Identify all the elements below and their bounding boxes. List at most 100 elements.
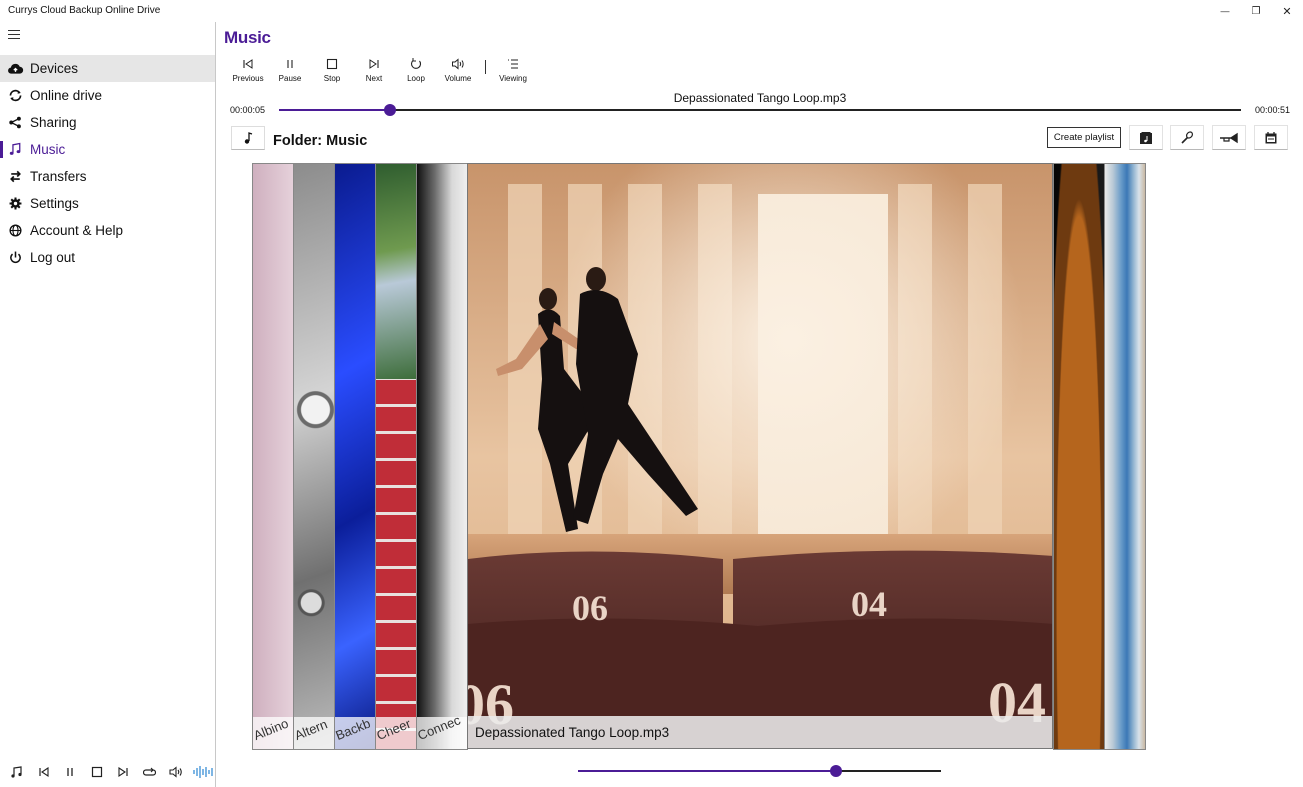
close-window-button[interactable]: ✕	[1272, 2, 1302, 20]
cover-art-tango: 06 04 06 04	[468, 164, 1052, 748]
mini-music-list-button[interactable]	[4, 763, 31, 781]
cover-item-violin[interactable]	[1053, 163, 1105, 750]
stop-icon	[326, 58, 338, 70]
player-toolbar: Previous Pause Stop Next Loop Volume Vie…	[227, 56, 534, 86]
volume-slider-thumb[interactable]	[829, 765, 842, 777]
sidebar-item-music[interactable]: Music	[0, 136, 215, 163]
artist-view-button[interactable]	[1170, 125, 1204, 150]
viewing-button[interactable]: Viewing	[492, 56, 534, 86]
loop-label: Loop	[407, 74, 425, 83]
cover-item-cheer[interactable]: Cheer	[375, 163, 420, 750]
restore-button[interactable]: ❐	[1241, 2, 1271, 20]
calendar-icon	[1265, 131, 1277, 143]
music-list-icon	[11, 766, 22, 778]
sidebar-item-transfers[interactable]: Transfers	[0, 163, 215, 190]
cover-item-backbeat[interactable]: Backb	[334, 163, 379, 750]
sidebar-item-label: Log out	[30, 250, 76, 265]
sidebar-item-account-help[interactable]: Account & Help	[0, 217, 215, 244]
next-label: Next	[365, 74, 383, 83]
create-playlist-button[interactable]: Create playlist	[1047, 127, 1121, 148]
sidebar-item-label: Account & Help	[30, 223, 124, 238]
volume-slider[interactable]	[578, 765, 941, 777]
sidebar-item-label: Devices	[30, 61, 79, 76]
next-icon	[369, 59, 379, 69]
sidebar-item-settings[interactable]: Settings	[0, 190, 215, 217]
hamburger-menu-icon[interactable]	[8, 30, 20, 40]
page-title: Music	[224, 28, 271, 47]
sidebar-item-sharing[interactable]: Sharing	[0, 109, 215, 136]
previous-label: Previous	[232, 74, 264, 83]
next-icon	[118, 766, 128, 778]
sidebar-item-devices[interactable]: Devices	[0, 55, 215, 82]
sidebar-nav: Devices Online drive Sharing Music Trans…	[0, 55, 215, 271]
power-icon	[10, 251, 21, 264]
seat-number: 06	[572, 588, 608, 628]
trumpet-icon	[1220, 132, 1238, 143]
stop-icon	[91, 766, 102, 778]
album-view-button[interactable]	[1129, 125, 1163, 150]
sidebar-item-online-drive[interactable]: Online drive	[0, 82, 215, 109]
music-note-icon	[244, 132, 253, 144]
restore-icon: ❐	[1251, 5, 1261, 17]
share-icon	[9, 116, 21, 129]
gear-icon	[9, 197, 22, 210]
stop-label: Stop	[323, 74, 341, 83]
cover-item-connect[interactable]: Connec	[416, 163, 468, 750]
mini-waveform-button[interactable]	[190, 763, 217, 781]
sidebar-item-log-out[interactable]: Log out	[0, 244, 215, 271]
sidebar-item-label: Online drive	[30, 88, 103, 103]
minimize-icon: —	[1220, 6, 1230, 16]
stop-button[interactable]: Stop	[311, 56, 353, 86]
year-view-button[interactable]	[1254, 125, 1288, 150]
sidebar-item-label: Transfers	[30, 169, 87, 184]
minimize-button[interactable]: —	[1210, 2, 1240, 20]
volume-button[interactable]: Volume	[437, 56, 479, 86]
now-playing-title: Depassionated Tango Loop.mp3	[673, 91, 847, 105]
microphone-icon	[1181, 130, 1194, 144]
pause-button[interactable]: Pause	[269, 56, 311, 86]
previous-button[interactable]: Previous	[227, 56, 269, 86]
music-note-icon	[9, 142, 21, 155]
cover-art-top	[376, 164, 419, 379]
folder-music-button[interactable]	[231, 126, 265, 150]
cover-item-beach[interactable]	[1104, 163, 1146, 750]
loop-button[interactable]: Loop	[395, 56, 437, 86]
previous-icon	[243, 59, 253, 69]
album-icon	[1140, 131, 1152, 144]
volume-slider-fill	[578, 770, 836, 772]
seek-bar-thumb[interactable]	[383, 104, 396, 116]
seek-bar[interactable]	[279, 104, 1241, 116]
pause-label: Pause	[278, 74, 302, 83]
folder-title: Folder: Music	[273, 133, 368, 149]
genre-view-button[interactable]	[1212, 125, 1246, 150]
cover-item-albino[interactable]: Albino	[252, 163, 297, 750]
toolbar-divider	[485, 60, 486, 74]
mini-next-button[interactable]	[110, 763, 137, 781]
sidebar-item-label: Settings	[30, 196, 79, 211]
elapsed-time: 00:00:05	[230, 105, 266, 115]
loop-icon	[143, 767, 157, 776]
window-title: Currys Cloud Backup Online Drive	[8, 5, 161, 16]
list-view-icon	[508, 59, 518, 69]
mini-pause-button[interactable]	[57, 763, 84, 781]
volume-icon	[452, 58, 464, 70]
mini-volume-button[interactable]	[163, 763, 190, 781]
main-content: Music Previous Pause Stop Next Loop Volu…	[217, 22, 1303, 787]
volume-icon	[169, 766, 183, 778]
mini-loop-button[interactable]	[137, 763, 164, 781]
cover-item-alternative[interactable]: Altern	[293, 163, 338, 750]
cover-item-current[interactable]: 06 04 06 04 Depassionated Tango Loop.mp3	[467, 163, 1053, 749]
cover-caption-current: Depassionated Tango Loop.mp3	[468, 716, 1052, 748]
mini-stop-button[interactable]	[84, 763, 111, 781]
sidebar-item-label: Sharing	[30, 115, 77, 130]
cloud-upload-icon	[8, 63, 24, 74]
close-icon: ✕	[1282, 5, 1292, 18]
sidebar: Devices Online drive Sharing Music Trans…	[0, 22, 216, 787]
globe-icon	[9, 224, 22, 237]
pause-icon	[287, 60, 293, 68]
title-bar: Currys Cloud Backup Online Drive — ❐ ✕	[0, 0, 1303, 22]
next-button[interactable]: Next	[353, 56, 395, 86]
previous-icon	[39, 766, 49, 778]
mini-previous-button[interactable]	[31, 763, 58, 781]
pause-icon	[67, 768, 73, 776]
